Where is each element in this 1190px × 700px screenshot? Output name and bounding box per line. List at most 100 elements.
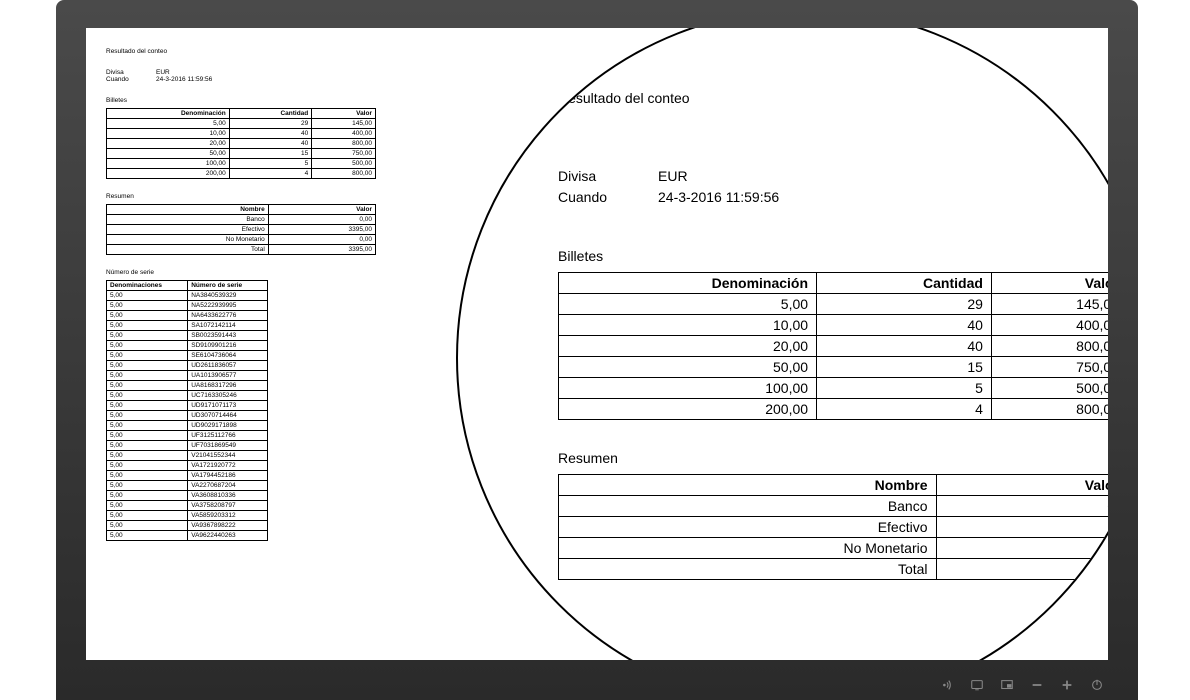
mag-meta-currency: Divisa EUR — [558, 166, 1108, 187]
cell-denom: 5,00 — [107, 411, 188, 421]
power-icon[interactable] — [1090, 678, 1104, 692]
cell-serial: UF7031869549 — [188, 441, 268, 451]
col-value: Valor — [312, 109, 376, 119]
cell-denom: 5,00 — [107, 301, 188, 311]
table-row: 5,00UA1013906577 — [107, 371, 268, 381]
meta-when-value: 24-3-2016 11:59:56 — [156, 76, 212, 83]
cell-denom: 5,00 — [107, 381, 188, 391]
table-row: 50,0015750,00 — [107, 149, 376, 159]
table-row: 200,004800,00 — [559, 399, 1109, 420]
cell-denom: 5,00 — [107, 491, 188, 501]
cell-serial: UA1013906577 — [188, 371, 268, 381]
cell-denom: 5,00 — [107, 361, 188, 371]
col-value: Valor — [268, 205, 375, 215]
col-denom: Denominación — [559, 273, 817, 294]
screen-icon[interactable] — [970, 678, 984, 692]
cell-name: Efectivo — [107, 225, 269, 235]
table-row: 5,00UD9029171898 — [107, 421, 268, 431]
cell-value: 800,00 — [312, 139, 376, 149]
table-row: 5,00VA3608810336 — [107, 491, 268, 501]
meta-when-label: Cuando — [106, 76, 156, 83]
col-denom: Denominaciones — [107, 281, 188, 291]
table-row: Banco0,00 — [107, 215, 376, 225]
cell-denom: 5,00 — [107, 291, 188, 301]
cell-denom: 5,00 — [107, 351, 188, 361]
table-row: 5,00NA3840539329 — [107, 291, 268, 301]
cell-qty: 40 — [817, 336, 992, 357]
cell-value: 500,00 — [991, 378, 1108, 399]
table-row: 5,00V21041552344 — [107, 451, 268, 461]
cell-serial: VA2270687204 — [188, 481, 268, 491]
table-row: 20,0040800,00 — [559, 336, 1109, 357]
cell-serial: VA5859203312 — [188, 511, 268, 521]
cell-value: 500,00 — [312, 159, 376, 169]
col-value: Valor — [991, 273, 1108, 294]
cell-name: No Monetario — [559, 538, 937, 559]
cell-serial: VA1721920772 — [188, 461, 268, 471]
table-row: 5,0029145,00 — [107, 119, 376, 129]
serials-section-title: Número de serie — [106, 269, 376, 276]
cell-serial: SE6104736064 — [188, 351, 268, 361]
mag-currency-label: Divisa — [558, 166, 658, 187]
cell-serial: UA8168317296 — [188, 381, 268, 391]
minus-icon[interactable] — [1030, 678, 1044, 692]
table-row: 5,00VA9622440263 — [107, 531, 268, 541]
cell-denom: 5,00 — [107, 341, 188, 351]
table-row: 100,005500,00 — [559, 378, 1109, 399]
cell-serial: NA3840539329 — [188, 291, 268, 301]
cell-serial: VA3608810336 — [188, 491, 268, 501]
cell-denom: 5,00 — [107, 119, 230, 129]
table-row: 5,0029145,00 — [559, 294, 1109, 315]
cell-serial: NA5222939995 — [188, 301, 268, 311]
cell-serial: UD9029171898 — [188, 421, 268, 431]
table-row: 20,0040800,00 — [107, 139, 376, 149]
table-row: Total — [559, 559, 1109, 580]
cell-value: 800,00 — [312, 169, 376, 179]
cell-denom: 5,00 — [107, 421, 188, 431]
magnifier-lens: Resultado del conteo Divisa EUR Cuando 2… — [456, 28, 1108, 660]
col-serial: Número de serie — [188, 281, 268, 291]
table-row: 10,0040400,00 — [559, 315, 1109, 336]
cell-denom: 5,00 — [107, 311, 188, 321]
cell-qty: 40 — [817, 315, 992, 336]
monitor-screen: Resultado del conteo Divisa EUR Cuando 2… — [86, 28, 1108, 660]
pip-icon[interactable] — [1000, 678, 1014, 692]
mag-currency-value: EUR — [658, 166, 688, 187]
signal-icon[interactable] — [940, 678, 954, 692]
cell-qty: 40 — [229, 139, 312, 149]
cell-serial: UC7163305246 — [188, 391, 268, 401]
table-row: 5,00VA2270687204 — [107, 481, 268, 491]
cell-denom: 5,00 — [107, 481, 188, 491]
cell-value: 145,00 — [312, 119, 376, 129]
cell-value: 3395,00 — [268, 225, 375, 235]
mag-title: Resultado del conteo — [558, 90, 1108, 106]
cell-denom: 5,00 — [107, 371, 188, 381]
table-row: 5,00SB0023591443 — [107, 331, 268, 341]
cell-denom: 5,00 — [107, 521, 188, 531]
cell-value: 145,00 — [991, 294, 1108, 315]
mag-summary-table: Nombre Valor Banco 0, Efectivo 3 — [558, 474, 1108, 580]
report-document-small: Resultado del conteo Divisa EUR Cuando 2… — [106, 48, 376, 555]
cell-serial: VA3758208797 — [188, 501, 268, 511]
table-row: Efectivo3395,00 — [107, 225, 376, 235]
table-row: 5,00UD3070714464 — [107, 411, 268, 421]
cell-qty: 4 — [817, 399, 992, 420]
col-name: Nombre — [559, 475, 937, 496]
table-row: 5,00VA5859203312 — [107, 511, 268, 521]
cell-value — [936, 538, 1108, 559]
table-row: Banco 0, — [559, 496, 1109, 517]
col-name: Nombre — [107, 205, 269, 215]
monitor-controls — [940, 678, 1104, 692]
cell-denom: 5,00 — [107, 451, 188, 461]
plus-icon[interactable] — [1060, 678, 1074, 692]
serials-table: Denominaciones Número de serie 5,00NA384… — [106, 280, 268, 541]
table-row: No Monetario — [559, 538, 1109, 559]
table-row: 5,00UD2611836057 — [107, 361, 268, 371]
cell-value: 0,00 — [268, 215, 375, 225]
mag-bills-table: Denominación Cantidad Valor 5,0029145,00… — [558, 272, 1108, 420]
cell-qty: 5 — [817, 378, 992, 399]
cell-serial: SB0023591443 — [188, 331, 268, 341]
cell-name: Banco — [107, 215, 269, 225]
cell-serial: VA9367898222 — [188, 521, 268, 531]
table-row: No Monetario0,00 — [107, 235, 376, 245]
